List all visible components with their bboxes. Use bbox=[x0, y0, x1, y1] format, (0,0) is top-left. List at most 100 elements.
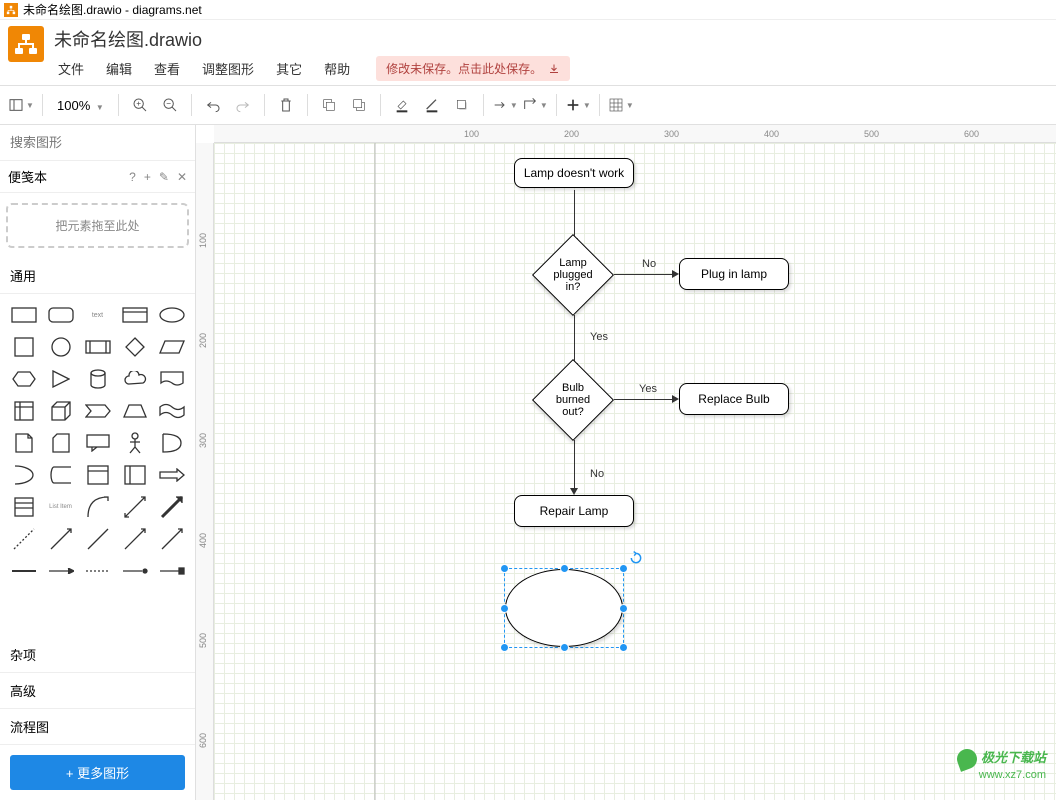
connection-button[interactable]: ▼ bbox=[492, 92, 518, 118]
node-decision-2[interactable]: Bulb burned out? bbox=[532, 359, 614, 441]
shape-curve[interactable] bbox=[80, 492, 115, 522]
shape-and[interactable] bbox=[6, 460, 41, 490]
shape-parallelogram[interactable] bbox=[154, 332, 189, 362]
line-color-button[interactable] bbox=[419, 92, 445, 118]
waypoints-button[interactable]: ▼ bbox=[522, 92, 548, 118]
shape-bidir[interactable] bbox=[117, 492, 152, 522]
shape-cloud[interactable] bbox=[117, 364, 152, 394]
sidebar-toggle-button[interactable]: ▼ bbox=[8, 92, 34, 118]
menu-arrange[interactable]: 调整图形 bbox=[198, 57, 258, 80]
canvas[interactable]: Lamp doesn't work Lamp plugged in? No Pl… bbox=[214, 143, 1056, 800]
shape-conn4[interactable] bbox=[117, 556, 152, 586]
section-advanced[interactable]: 高级 bbox=[0, 673, 195, 709]
shape-rounded[interactable] bbox=[43, 300, 78, 330]
shape-actor[interactable] bbox=[117, 428, 152, 458]
section-general[interactable]: 通用 bbox=[0, 258, 195, 294]
shape-document[interactable] bbox=[154, 364, 189, 394]
shape-rect[interactable] bbox=[6, 300, 41, 330]
menu-edit[interactable]: 编辑 bbox=[102, 57, 136, 80]
insert-button[interactable]: ▼ bbox=[565, 92, 591, 118]
shape-cylinder[interactable] bbox=[80, 364, 115, 394]
shape-hexagon[interactable] bbox=[6, 364, 41, 394]
menu-file[interactable]: 文件 bbox=[54, 57, 88, 80]
shape-tape[interactable] bbox=[154, 396, 189, 426]
search-input[interactable] bbox=[4, 129, 192, 156]
close-icon[interactable]: ✕ bbox=[177, 170, 187, 184]
shape-datastore[interactable] bbox=[43, 460, 78, 490]
redo-button[interactable] bbox=[230, 92, 256, 118]
resize-handle-nw[interactable] bbox=[500, 564, 509, 573]
shape-internal[interactable] bbox=[6, 396, 41, 426]
shape-line1[interactable] bbox=[43, 524, 78, 554]
section-misc[interactable]: 杂项 bbox=[0, 637, 195, 673]
resize-handle-ne[interactable] bbox=[619, 564, 628, 573]
node-repair[interactable]: Repair Lamp bbox=[514, 495, 634, 527]
menu-extras[interactable]: 其它 bbox=[272, 57, 306, 80]
scratchpad-drop[interactable]: 把元素拖至此处 bbox=[6, 203, 189, 248]
shape-triangle[interactable] bbox=[43, 364, 78, 394]
node-replace[interactable]: Replace Bulb bbox=[679, 383, 789, 415]
shape-card[interactable] bbox=[43, 428, 78, 458]
shape-square[interactable] bbox=[6, 332, 41, 362]
scratchpad-header[interactable]: 便笺本 ? + ✎ ✕ bbox=[0, 161, 195, 193]
rotate-handle[interactable] bbox=[629, 551, 641, 563]
shape-container[interactable] bbox=[80, 460, 115, 490]
shape-text[interactable]: text bbox=[80, 300, 115, 330]
shape-conn1[interactable] bbox=[6, 556, 41, 586]
add-icon[interactable]: + bbox=[144, 170, 151, 184]
shape-listitem[interactable]: List Item bbox=[43, 492, 78, 522]
shape-process[interactable] bbox=[80, 332, 115, 362]
fill-color-button[interactable] bbox=[389, 92, 415, 118]
resize-handle-e[interactable] bbox=[619, 604, 628, 613]
menu-view[interactable]: 查看 bbox=[150, 57, 184, 80]
shape-textbox[interactable] bbox=[117, 300, 152, 330]
menu-help[interactable]: 帮助 bbox=[320, 57, 354, 80]
shape-arrow2[interactable] bbox=[154, 492, 189, 522]
edit-icon[interactable]: ✎ bbox=[159, 170, 169, 184]
shape-list[interactable] bbox=[6, 492, 41, 522]
shape-note[interactable] bbox=[6, 428, 41, 458]
more-shapes-button[interactable]: + 更多图形 bbox=[10, 755, 185, 790]
resize-handle-sw[interactable] bbox=[500, 643, 509, 652]
shape-arrow[interactable] bbox=[154, 460, 189, 490]
save-warning[interactable]: 修改未保存。点击此处保存。 bbox=[376, 56, 570, 81]
shape-container2[interactable] bbox=[117, 460, 152, 490]
node-start[interactable]: Lamp doesn't work bbox=[514, 158, 634, 188]
node-plugin[interactable]: Plug in lamp bbox=[679, 258, 789, 290]
resize-handle-n[interactable] bbox=[560, 564, 569, 573]
shape-diamond[interactable] bbox=[117, 332, 152, 362]
arrowhead-icon bbox=[570, 488, 578, 495]
undo-button[interactable] bbox=[200, 92, 226, 118]
document-title[interactable]: 未命名绘图.drawio bbox=[54, 26, 1048, 52]
shape-dashed[interactable] bbox=[6, 524, 41, 554]
drawio-logo[interactable] bbox=[8, 26, 44, 62]
zoom-out-button[interactable] bbox=[157, 92, 183, 118]
shape-circle[interactable] bbox=[43, 332, 78, 362]
shape-line2[interactable] bbox=[80, 524, 115, 554]
shape-callout[interactable] bbox=[80, 428, 115, 458]
resize-handle-s[interactable] bbox=[560, 643, 569, 652]
shape-ellipse[interactable] bbox=[154, 300, 189, 330]
node-decision-1[interactable]: Lamp plugged in? bbox=[532, 234, 614, 316]
shape-cube[interactable] bbox=[43, 396, 78, 426]
help-icon[interactable]: ? bbox=[129, 170, 136, 184]
shape-line3[interactable] bbox=[117, 524, 152, 554]
resize-handle-w[interactable] bbox=[500, 604, 509, 613]
shape-conn5[interactable] bbox=[154, 556, 189, 586]
selected-ellipse[interactable] bbox=[504, 568, 624, 648]
zoom-in-button[interactable] bbox=[127, 92, 153, 118]
to-front-button[interactable] bbox=[316, 92, 342, 118]
section-flowchart[interactable]: 流程图 bbox=[0, 709, 195, 745]
shape-conn2[interactable] bbox=[43, 556, 78, 586]
zoom-select[interactable]: 100% ▼ bbox=[51, 96, 110, 115]
shadow-button[interactable] bbox=[449, 92, 475, 118]
table-button[interactable]: ▼ bbox=[608, 92, 634, 118]
shape-line4[interactable] bbox=[154, 524, 189, 554]
resize-handle-se[interactable] bbox=[619, 643, 628, 652]
shape-or[interactable] bbox=[154, 428, 189, 458]
to-back-button[interactable] bbox=[346, 92, 372, 118]
shape-conn3[interactable] bbox=[80, 556, 115, 586]
delete-button[interactable] bbox=[273, 92, 299, 118]
shape-step[interactable] bbox=[80, 396, 115, 426]
shape-trapezoid[interactable] bbox=[117, 396, 152, 426]
